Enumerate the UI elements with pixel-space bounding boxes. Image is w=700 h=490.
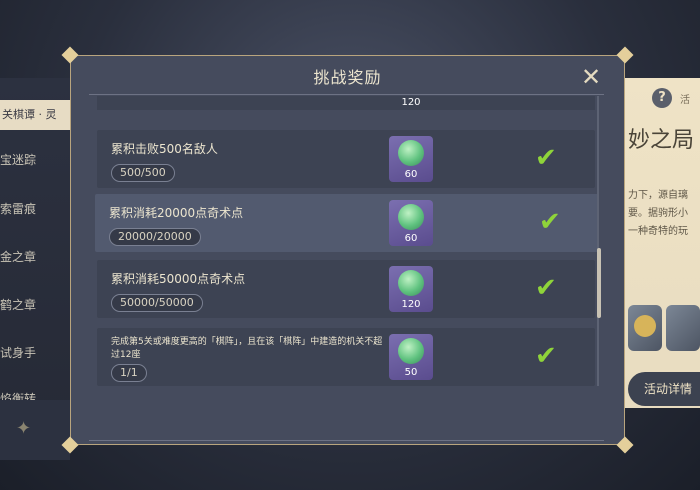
left-menu-title[interactable]: 关棋谭 · 灵 [0,100,72,130]
reward-item[interactable]: 60 [389,200,433,246]
reward-count: 60 [404,169,418,180]
challenge-description: 累积击败500名敌人 [111,142,218,156]
reward-row: 完成第5关或难度更高的「棋阵」，且在该「棋阵」中建造的机关不超过12座 1/1 … [97,328,595,386]
reward-row: 累积击败500名敌人 500/500 60 ✔ [97,130,595,188]
reward-count: 120 [401,299,421,310]
challenge-description: 累积消耗50000点奇术点 [111,272,246,286]
modal-title: 挑战奖励 [313,68,382,87]
reward-row-partial: 120 [97,96,595,110]
left-menu-item-2[interactable]: 索雷痕 [0,200,70,222]
star-ornament-icon: ✦ [16,418,32,439]
challenge-rewards-modal: 挑战奖励 ✕ 120 累积击败500名敌人 500/500 60 ✔ 累积消耗2… [61,46,634,454]
event-desc-line-3: 一种奇特的玩 [628,226,688,237]
reward-count: 120 [401,97,421,108]
scrollbar-track[interactable] [597,96,599,386]
corner-ornament-icon [616,436,634,454]
challenge-description: 完成第5关或难度更高的「棋阵」，且在该「棋阵」中建造的机关不超过12座 [111,337,383,360]
left-menu-item-5[interactable]: 试身手 [0,344,70,366]
completed-check-icon: ✔ [535,341,557,371]
reward-count: 50 [404,367,418,378]
event-desc-line-1: 力下，源自璃 [628,190,688,201]
event-desc-line-2: 要。据驹形小 [628,208,688,219]
challenge-description: 累积消耗20000点奇术点 [109,206,244,220]
event-reward-coin-icon[interactable] [628,305,662,351]
scrollbar-thumb[interactable] [597,248,601,318]
reward-count: 60 [404,233,418,244]
primogem-icon [398,338,424,364]
left-menu-item-4[interactable]: 鹤之章 [0,296,70,318]
completed-check-icon: ✔ [539,207,561,237]
help-label: 活 [680,95,690,106]
reward-row: 累积消耗50000点奇术点 50000/50000 120 ✔ [97,260,595,318]
corner-ornament-icon [616,46,634,64]
reward-item[interactable]: 60 [389,136,433,182]
progress-badge: 50000/50000 [111,294,203,312]
reward-item[interactable]: 50 [389,334,433,380]
event-title: 妙之局 [628,128,695,153]
left-menu-item-1[interactable]: 宝迷踪 [0,151,70,173]
help-icon[interactable]: ? [652,88,672,108]
completed-check-icon: ✔ [535,143,557,173]
close-icon[interactable]: ✕ [580,65,602,89]
corner-ornament-icon [61,46,79,64]
progress-badge: 500/500 [111,164,175,182]
reward-item[interactable]: 120 [389,266,433,312]
left-menu-footer [0,400,70,460]
completed-check-icon: ✔ [535,273,557,303]
event-details-button[interactable]: 活动详情 [628,372,700,406]
progress-badge: 1/1 [111,364,147,382]
left-menu-item-3[interactable]: 金之章 [0,248,70,270]
reward-row-highlighted: 累积消耗20000点奇术点 20000/20000 60 ✔ [95,194,599,252]
progress-badge: 20000/20000 [109,228,201,246]
primogem-icon [398,140,424,166]
primogem-icon [398,204,424,230]
event-reward-item-icon[interactable] [666,305,700,351]
primogem-icon [398,270,424,296]
